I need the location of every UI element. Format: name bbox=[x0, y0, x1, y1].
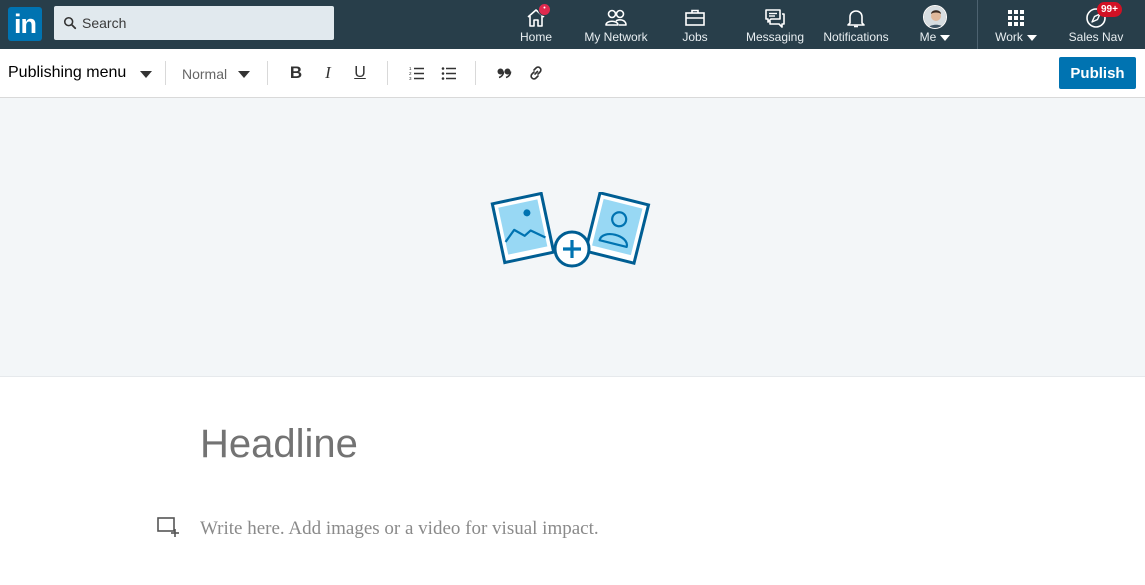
home-badge: • bbox=[538, 3, 551, 16]
top-nav: in • Home My Network Jobs bbox=[0, 0, 1145, 49]
chat-icon bbox=[765, 9, 785, 28]
nav-jobs-label: Jobs bbox=[682, 30, 708, 44]
linkedin-logo[interactable]: in bbox=[8, 7, 42, 41]
link-button[interactable] bbox=[525, 62, 547, 84]
numbered-list-button[interactable]: 1 2 3 bbox=[406, 62, 428, 84]
nav-home-label: Home bbox=[519, 30, 552, 44]
headline-input[interactable]: Headline bbox=[200, 422, 358, 467]
briefcase-icon bbox=[685, 9, 705, 26]
nav-notifications-label: Notifications bbox=[823, 30, 889, 44]
toolbar-divider bbox=[267, 61, 268, 85]
avatar bbox=[923, 5, 947, 29]
nav-home[interactable]: • Home bbox=[510, 0, 562, 49]
nav-sales-nav-label: Sales Nav bbox=[1068, 30, 1124, 44]
bulleted-list-button[interactable] bbox=[438, 62, 460, 84]
nav-my-network-label: My Network bbox=[584, 30, 648, 44]
quote-button[interactable] bbox=[493, 62, 515, 84]
publishing-menu[interactable]: Publishing menu bbox=[8, 64, 126, 82]
bold-button[interactable]: B bbox=[285, 62, 307, 84]
nav-messaging-label: Messaging bbox=[745, 30, 805, 44]
me-caret-icon bbox=[940, 34, 951, 41]
article-body-input[interactable]: Write here. Add images or a video for vi… bbox=[200, 518, 599, 540]
nav-sales-nav[interactable]: 99+ Sales Nav bbox=[1064, 0, 1128, 49]
toolbar-divider bbox=[387, 61, 388, 85]
nav-me[interactable]: Me bbox=[910, 0, 960, 49]
add-photo-icon[interactable] bbox=[490, 192, 655, 272]
grid-icon bbox=[1008, 10, 1024, 26]
search-icon bbox=[63, 16, 77, 30]
text-style-caret-icon[interactable] bbox=[238, 71, 250, 78]
nav-work-text: Work bbox=[995, 30, 1023, 44]
text-style-select[interactable]: Normal bbox=[182, 66, 227, 82]
toolbar-divider bbox=[475, 61, 476, 85]
publishing-menu-caret-icon[interactable] bbox=[140, 71, 152, 78]
work-caret-icon bbox=[1026, 34, 1037, 41]
cover-image-area[interactable] bbox=[0, 98, 1145, 377]
editor-toolbar: Publishing menu Normal B I U 1 2 3 Publi… bbox=[0, 49, 1145, 98]
people-icon bbox=[605, 9, 627, 26]
quote-icon bbox=[497, 68, 512, 79]
publish-button[interactable]: Publish bbox=[1059, 57, 1136, 89]
toolbar-divider bbox=[165, 61, 166, 85]
sales-nav-badge: 99+ bbox=[1097, 2, 1122, 17]
nav-notifications[interactable]: Notifications bbox=[818, 0, 894, 49]
link-icon bbox=[530, 66, 542, 80]
add-media-button[interactable] bbox=[156, 516, 180, 538]
bulleted-list-icon bbox=[441, 67, 456, 80]
numbered-list-icon: 1 2 3 bbox=[409, 66, 424, 81]
publishing-menu-label: Publishing menu bbox=[8, 64, 127, 81]
nav-work[interactable]: Work bbox=[990, 0, 1042, 49]
italic-button[interactable]: I bbox=[317, 62, 339, 84]
nav-divider bbox=[977, 0, 978, 49]
nav-jobs[interactable]: Jobs bbox=[670, 0, 720, 49]
nav-work-label: Work bbox=[990, 30, 1042, 44]
svg-text:3: 3 bbox=[409, 76, 412, 81]
nav-messaging[interactable]: Messaging bbox=[744, 0, 806, 49]
nav-my-network[interactable]: My Network bbox=[578, 0, 654, 49]
search-box[interactable] bbox=[54, 6, 334, 40]
add-media-icon bbox=[157, 517, 179, 537]
bell-icon bbox=[847, 10, 865, 28]
text-style-label: Normal bbox=[182, 66, 228, 82]
nav-me-label: Me bbox=[910, 30, 960, 44]
search-input[interactable] bbox=[82, 6, 327, 40]
underline-button[interactable]: U bbox=[349, 62, 371, 84]
nav-me-text: Me bbox=[919, 30, 937, 44]
